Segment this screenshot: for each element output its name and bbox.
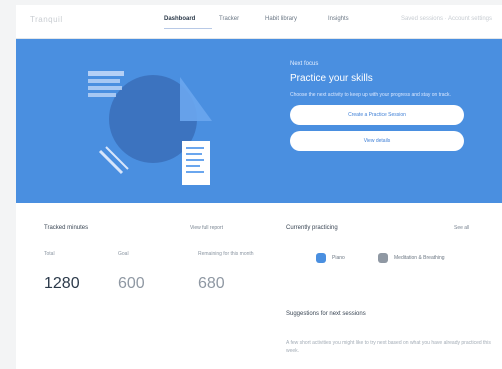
stat-remaining: Remaining for this month 680 bbox=[198, 251, 268, 292]
stat-value: 600 bbox=[118, 275, 145, 292]
stat-label: Remaining for this month bbox=[198, 251, 254, 257]
hero-banner: Next focus Practice your skills Choose t… bbox=[16, 39, 502, 203]
nav-habit-library[interactable]: Habit library bbox=[265, 16, 297, 22]
app-logo[interactable]: Tranquil bbox=[30, 15, 63, 24]
hero-eyebrow: Next focus bbox=[290, 61, 319, 67]
stat-value: 680 bbox=[198, 275, 225, 292]
lotus-icon bbox=[378, 253, 388, 263]
account-links[interactable]: Saved sessions · Account settings bbox=[401, 16, 492, 22]
chip-label: Piano bbox=[332, 255, 345, 261]
chip-piano[interactable]: Piano bbox=[316, 253, 345, 263]
active-tab-indicator bbox=[164, 28, 212, 29]
stat-goal: Goal 600 bbox=[118, 251, 188, 292]
hero-title: Practice your skills bbox=[290, 73, 373, 84]
suggestions-body: A few short activities you might like to… bbox=[286, 340, 491, 354]
nav-insights[interactable]: Insights bbox=[328, 16, 349, 22]
dashboard-content: Tracked minutes View full report Total 1… bbox=[16, 203, 502, 369]
stat-value: 1280 bbox=[44, 275, 80, 292]
stat-label: Total bbox=[44, 251, 55, 257]
chip-meditation[interactable]: Meditation & Breathing bbox=[378, 253, 445, 263]
nav-tracker[interactable]: Tracker bbox=[219, 16, 239, 22]
suggestions-title: Suggestions for next sessions bbox=[286, 311, 366, 317]
music-note-icon bbox=[316, 253, 326, 263]
stat-total: Total 1280 bbox=[44, 251, 114, 292]
see-all-link[interactable]: See all bbox=[454, 225, 469, 231]
practice-panel: Currently practicing See all Piano Medit… bbox=[286, 225, 494, 354]
create-session-button[interactable]: Create a Practice Session bbox=[290, 105, 464, 125]
stat-label: Goal bbox=[118, 251, 129, 257]
hero-description: Choose the next activity to keep up with… bbox=[290, 92, 451, 98]
top-navigation: Tranquil Dashboard Tracker Habit library… bbox=[16, 5, 502, 39]
chip-label: Meditation & Breathing bbox=[394, 255, 445, 261]
nav-dashboard[interactable]: Dashboard bbox=[164, 16, 195, 22]
progress-panel: Tracked minutes View full report Total 1… bbox=[44, 225, 264, 292]
progress-title: Tracked minutes bbox=[44, 225, 89, 231]
app-window: Tranquil Dashboard Tracker Habit library… bbox=[16, 5, 502, 369]
hero-illustration bbox=[88, 71, 212, 185]
view-details-button[interactable]: View details bbox=[290, 131, 464, 151]
hero-content: Next focus Practice your skills Choose t… bbox=[290, 61, 480, 151]
full-report-link[interactable]: View full report bbox=[190, 225, 223, 231]
